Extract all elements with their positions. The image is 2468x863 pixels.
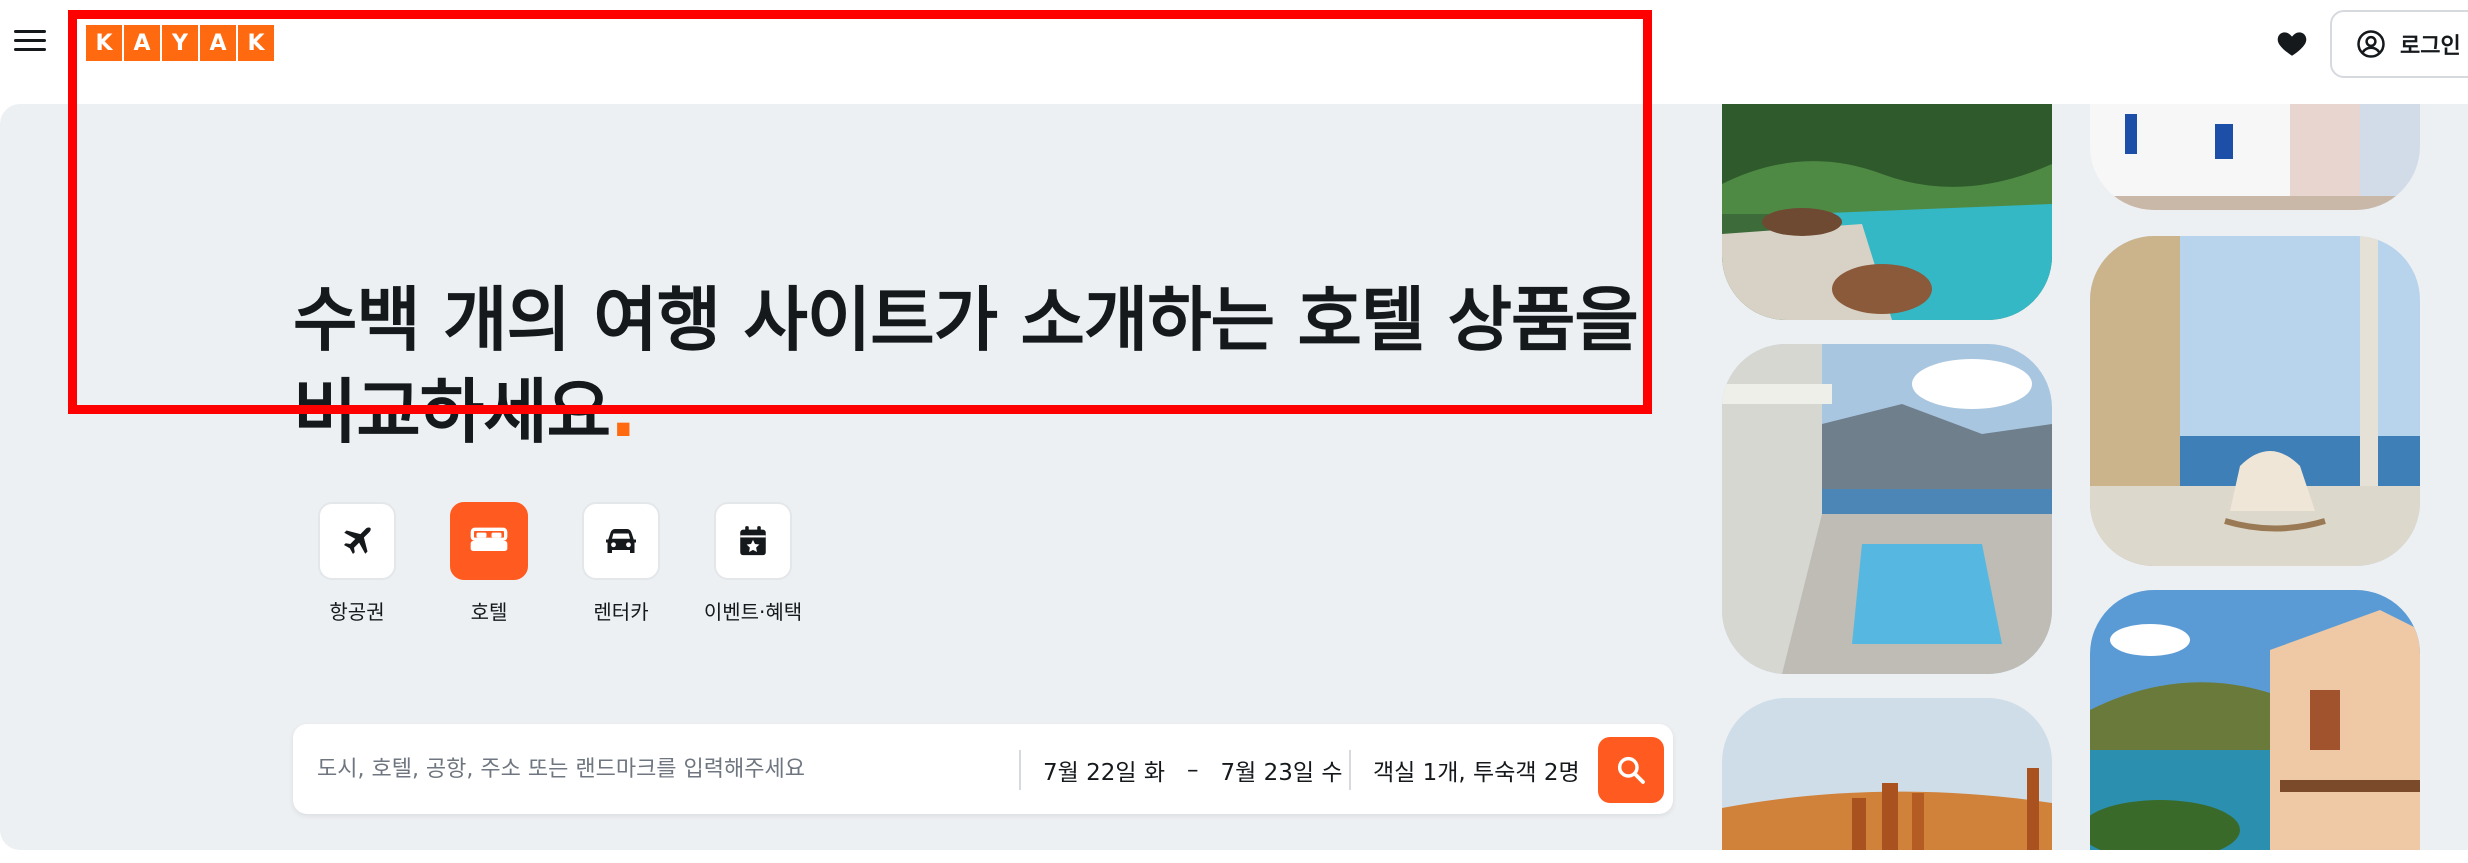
hamburger-icon [14,30,46,33]
modern-villa-pool-photo [1722,344,2052,674]
tab-events[interactable]: 이벤트·혜택 [693,502,813,625]
guests-selector[interactable]: 객실 1개, 투숙객 2명 [1373,750,1580,790]
top-bar: K A Y A K 로그인 [0,0,2468,104]
canyon-photo [1722,698,2052,850]
tab-flights[interactable]: 항공권 [297,502,417,625]
guests-label: 객실 1개, 투숙객 2명 [1373,760,1580,786]
divider [1019,750,1021,790]
divider [1349,750,1351,790]
login-label: 로그인 [2400,34,2461,59]
airplane-icon [343,527,371,555]
bed-icon [470,527,508,551]
search-form: 7월 22일 화 – 7월 23일 수 객실 1개, 투숙객 2명 [293,724,1673,814]
tab-hotels[interactable]: 호텔 [429,502,549,625]
menu-button[interactable] [14,30,46,58]
page-title: 수백 개의 여행 사이트가 소개하는 호텔 상품을 비교하세요. [293,279,1639,453]
heart-icon [2277,32,2307,56]
tab-cars-label: 렌터카 [593,600,649,624]
kayak-logo[interactable]: K A Y A K [86,25,274,61]
search-button[interactable] [1598,737,1664,803]
user-circle-icon [2357,30,2385,58]
tab-events-label: 이벤트·혜택 [703,600,803,624]
coastal-house-photo [2090,590,2420,850]
tab-cars[interactable]: 렌터카 [561,502,681,625]
date-dash: – [1187,757,1199,783]
checkin-date[interactable]: 7월 22일 화 [1043,753,1165,787]
checkout-date[interactable]: 7월 23일 수 [1221,753,1343,787]
terrace-chair-photo [2090,236,2420,566]
tab-hotels-label: 호텔 [470,600,508,624]
calendar-star-icon [740,526,766,556]
date-range-picker[interactable]: 7월 22일 화 – 7월 23일 수 [1043,750,1343,790]
car-icon [606,529,636,553]
tab-flights-label: 항공권 [329,600,385,624]
login-button[interactable]: 로그인 [2330,10,2468,78]
favorites-button[interactable] [2275,26,2309,60]
white-street-photo [2090,104,2420,210]
search-icon [1617,756,1645,784]
hotel-pool-photo [1722,104,2052,320]
